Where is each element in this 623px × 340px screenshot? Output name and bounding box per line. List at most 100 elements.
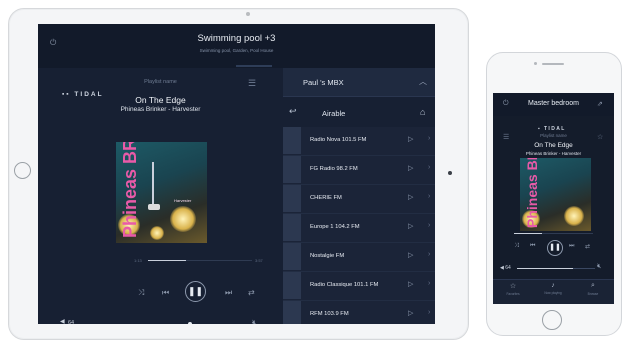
back-arrow-icon[interactable]: ↩ bbox=[289, 106, 297, 117]
iphone-room-header[interactable]: ⏻ Master bedroom ⇗ bbox=[493, 93, 614, 116]
iphone-service-name: TIDAL bbox=[543, 126, 566, 132]
station-row[interactable]: FG Radio 98.2 FM ▷ › bbox=[283, 156, 435, 185]
play-icon[interactable]: ▷ bbox=[408, 280, 413, 288]
tab-favorites[interactable]: ☆ Favorites bbox=[493, 282, 533, 296]
iphone-volume-value: 64 bbox=[505, 265, 511, 271]
star-icon[interactable]: ☆ bbox=[597, 133, 603, 141]
station-row[interactable]: Radio Classique 101.1 FM ▷ › bbox=[283, 272, 435, 301]
play-icon[interactable]: ▷ bbox=[408, 193, 413, 201]
speaker-icon: ◀ bbox=[60, 319, 65, 324]
cover-subtitle: Harvester bbox=[174, 198, 192, 203]
volume-level: 64 bbox=[68, 320, 75, 324]
station-thumbnail bbox=[283, 156, 301, 183]
chevron-right-icon[interactable]: › bbox=[428, 135, 430, 142]
repeat-icon[interactable]: ⇄ bbox=[248, 288, 255, 297]
station-name: Europe 1 104.2 FM bbox=[310, 224, 360, 230]
iphone-service-logo: ▪ TIDAL bbox=[538, 126, 566, 132]
play-icon[interactable]: ▷ bbox=[408, 309, 413, 317]
device-name: Paul 's MBX bbox=[303, 78, 344, 87]
play-icon[interactable]: ▷ bbox=[408, 135, 413, 143]
chevron-right-icon[interactable]: › bbox=[428, 309, 430, 316]
track-artist: Phineas Brinker - Harvester bbox=[120, 106, 201, 113]
ipad-home-button[interactable] bbox=[14, 162, 31, 179]
station-row[interactable]: CHERIE FM ▷ › bbox=[283, 185, 435, 214]
iphone-tab-bar: ☆ Favorites ♪ Now playing ⌕ Browse bbox=[493, 279, 614, 304]
iphone-pause-button[interactable]: ❚❚ bbox=[547, 240, 563, 256]
source-name: Airable bbox=[322, 109, 346, 118]
device-header[interactable]: Paul 's MBX ︿ bbox=[283, 68, 435, 96]
home-icon[interactable]: ⌂ bbox=[420, 107, 425, 117]
seek-progress bbox=[148, 260, 186, 261]
station-name: Radio Classique 101.1 FM bbox=[310, 282, 379, 288]
play-icon[interactable]: ▷ bbox=[408, 164, 413, 172]
station-row[interactable]: Radio Nova 101.5 FM ▷ › bbox=[283, 127, 435, 156]
chevron-right-icon[interactable]: › bbox=[428, 222, 430, 229]
previous-icon[interactable]: ⏮ bbox=[162, 288, 169, 298]
tab-label: Favorites bbox=[506, 292, 520, 296]
star-icon: ☆ bbox=[509, 283, 517, 290]
ipad-screen: ⏻ Swimming pool +3 Swimming pool, Garden… bbox=[38, 24, 435, 324]
station-thumbnail bbox=[283, 185, 301, 212]
previous-icon[interactable]: ⏮ bbox=[530, 243, 535, 250]
share-icon[interactable]: ⇗ bbox=[597, 100, 603, 108]
chevron-right-icon[interactable]: › bbox=[428, 251, 430, 258]
play-icon[interactable]: ▷ bbox=[408, 222, 413, 230]
room-subtitle: Swimming pool, Garden, Pool House bbox=[199, 48, 274, 53]
next-icon[interactable]: ⏭ bbox=[225, 288, 232, 298]
iphone-track-artist: Phineas Brinker - Harvester bbox=[525, 151, 582, 156]
chevron-right-icon[interactable]: › bbox=[428, 164, 430, 171]
tab-now-playing[interactable]: ♪ Now playing bbox=[533, 282, 573, 295]
iphone-track-title: On The Edge bbox=[534, 142, 573, 149]
iphone-album-cover: Phineas BRINKER bbox=[520, 158, 591, 231]
music-icon: ♪ bbox=[551, 282, 555, 289]
iphone-home-button[interactable] bbox=[542, 310, 562, 330]
station-name: FG Radio 98.2 FM bbox=[310, 166, 358, 172]
room-header[interactable]: ⏻ Swimming pool +3 Swimming pool, Garden… bbox=[38, 24, 435, 69]
track-title: On The Edge bbox=[135, 95, 186, 105]
source-panel: Paul 's MBX ︿ ↩ Airable ⌂ Radio Nova 101… bbox=[283, 68, 435, 324]
iphone-seek-progress bbox=[514, 233, 542, 234]
shuffle-icon[interactable]: ⤨ bbox=[514, 243, 519, 250]
iphone-speaker bbox=[542, 63, 564, 65]
room-indicator bbox=[236, 65, 272, 67]
station-row[interactable]: Europe 1 104.2 FM ▷ › bbox=[283, 214, 435, 243]
album-cover: Phineas BRINKER Harvester bbox=[116, 142, 207, 243]
chevron-right-icon[interactable]: › bbox=[428, 193, 430, 200]
playlist-name: Playlist name bbox=[144, 79, 177, 85]
iphone-volume-level: ◀ 64 bbox=[500, 265, 511, 271]
station-name: Radio Nova 101.5 FM bbox=[310, 137, 367, 143]
station-row[interactable]: Nostalgie FM ▷ › bbox=[283, 243, 435, 272]
iphone-room-title: Master bedroom bbox=[528, 100, 579, 107]
repeat-icon[interactable]: ⇄ bbox=[585, 243, 590, 250]
mute-icon[interactable]: 🔇︎ bbox=[252, 318, 257, 324]
chevron-up-icon[interactable]: ︿ bbox=[419, 76, 427, 87]
station-thumbnail bbox=[283, 214, 301, 241]
station-thumbnail bbox=[283, 272, 301, 299]
station-thumbnail bbox=[283, 243, 301, 270]
station-row[interactable]: RFM 103.9 FM ▷ › bbox=[283, 301, 435, 324]
shuffle-icon[interactable]: ⤨ bbox=[138, 288, 144, 298]
iphone-camera bbox=[534, 62, 537, 65]
station-name: Nostalgie FM bbox=[310, 253, 345, 259]
iphone-volume-fill bbox=[517, 268, 573, 269]
elapsed-time: 1:13 bbox=[134, 258, 142, 263]
volume-knob[interactable] bbox=[188, 322, 192, 324]
mute-icon[interactable]: 🔇︎ bbox=[597, 263, 601, 271]
station-name: RFM 103.9 FM bbox=[310, 311, 349, 317]
search-icon: ⌕ bbox=[591, 282, 595, 289]
play-icon[interactable]: ▷ bbox=[408, 251, 413, 259]
station-thumbnail bbox=[283, 301, 301, 324]
next-icon[interactable]: ⏭ bbox=[569, 243, 574, 250]
iphone-cover-title: Phineas BRINKER bbox=[524, 158, 540, 228]
chevron-right-icon[interactable]: › bbox=[428, 280, 430, 287]
tab-label: Browse bbox=[587, 292, 599, 296]
pause-button[interactable]: ❚❚ bbox=[185, 281, 206, 302]
source-header bbox=[283, 96, 435, 128]
station-name: CHERIE FM bbox=[310, 195, 342, 201]
iphone-playlist-name: Playlist name bbox=[540, 133, 567, 138]
duration-time: 3:57 bbox=[255, 258, 263, 263]
tab-browse[interactable]: ⌕ Browse bbox=[573, 282, 613, 296]
cover-title: Phineas BRINKER bbox=[120, 142, 140, 238]
menu-icon[interactable]: ☰ bbox=[248, 78, 256, 89]
ipad-side-dot bbox=[448, 171, 452, 175]
